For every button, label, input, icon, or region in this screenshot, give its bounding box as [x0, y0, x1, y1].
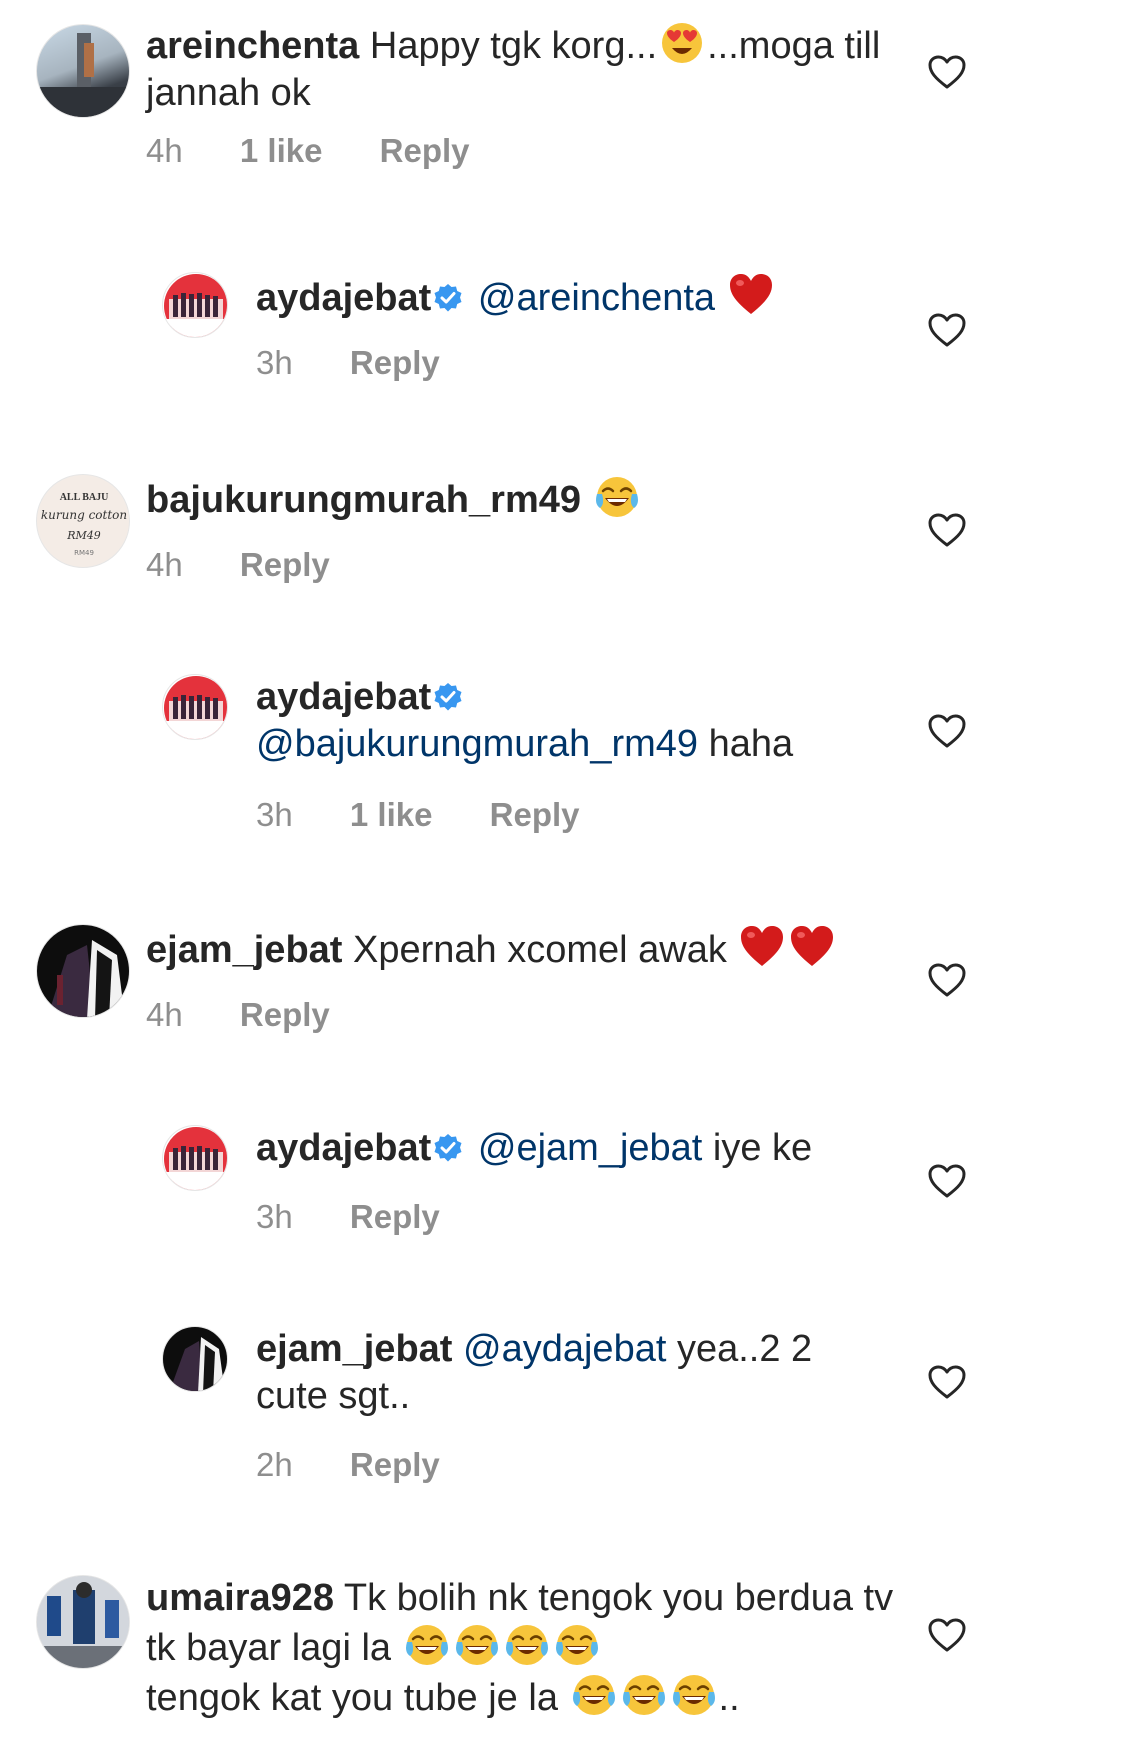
avatar[interactable] [36, 1575, 130, 1669]
timestamp: 3h [256, 1198, 293, 1235]
tears-of-joy-emoji-icon [621, 1672, 667, 1718]
likes-count[interactable]: 1 like [240, 132, 323, 169]
red-heart-emoji-icon [739, 924, 785, 970]
reply-button[interactable]: Reply [240, 996, 330, 1033]
red-heart-emoji-icon [728, 272, 774, 318]
comment-meta: 3h Reply [256, 1198, 488, 1236]
timestamp: 3h [256, 796, 293, 833]
like-heart-icon[interactable] [927, 713, 967, 749]
reply-button[interactable]: Reply [490, 796, 580, 833]
like-heart-icon[interactable] [927, 1617, 967, 1653]
comment-meta: 3h Reply [256, 344, 488, 382]
verified-badge-icon [433, 682, 463, 712]
like-heart-icon[interactable] [927, 512, 967, 548]
avatar-text-line1: ALL BAJU [60, 492, 109, 503]
tears-of-joy-emoji-icon [454, 1622, 500, 1668]
username[interactable]: ejam_jebat [256, 1328, 452, 1370]
comment-meta: 2h Reply [256, 1446, 488, 1484]
comment-body: aydajebat @areinchenta [256, 272, 1036, 322]
username[interactable]: aydajebat [256, 676, 431, 718]
comment-body: aydajebat @ejam_jebat iye ke [256, 1125, 1036, 1172]
comment-meta: 3h 1 like Reply [256, 796, 628, 834]
comment-text: Xpernah xcomel awak [353, 929, 727, 971]
heart-eyes-emoji-icon [659, 20, 705, 66]
tears-of-joy-emoji-icon [594, 474, 640, 520]
comment-meta: 4h 1 like Reply [146, 132, 518, 170]
reply-button[interactable]: Reply [350, 1446, 440, 1483]
reply-button[interactable]: Reply [240, 546, 330, 583]
avatar-logo: ALL BAJU kurung cotton RM49 RM49 [41, 492, 127, 557]
comment-text-after: haha [708, 723, 794, 765]
avatar[interactable] [36, 924, 130, 1018]
comment-text-end: .. [718, 1677, 740, 1719]
like-heart-icon[interactable] [927, 1163, 967, 1199]
like-heart-icon[interactable] [927, 1364, 967, 1400]
reply-button[interactable]: Reply [350, 344, 440, 381]
avatar[interactable] [36, 24, 130, 118]
like-heart-icon[interactable] [927, 312, 967, 348]
tears-of-joy-emoji-icon [554, 1622, 600, 1668]
comment-text-line3: tengok kat you tube je la [146, 1677, 558, 1719]
avatar-photo [163, 676, 227, 739]
verified-badge-icon [433, 1133, 463, 1163]
username[interactable]: aydajebat [256, 277, 431, 319]
comment-meta: 4h Reply [146, 546, 378, 584]
avatar-photo [37, 1576, 129, 1668]
comment-body: aydajebat @bajukurungmurah_rm49 haha [256, 674, 1036, 768]
likes-count[interactable]: 1 like [350, 796, 433, 833]
avatar-photo [163, 1127, 227, 1190]
comment-body: ejam_jebat Xpernah xcomel awak [146, 924, 926, 974]
username[interactable]: umaira928 [146, 1577, 334, 1619]
mention-link[interactable]: @areinchenta [478, 277, 715, 319]
like-heart-icon[interactable] [927, 962, 967, 998]
comment-body: ejam_jebat @aydajebat yea..2 2 cute sgt.… [256, 1326, 876, 1420]
avatar-text-line4: RM49 [74, 549, 94, 557]
avatar[interactable] [162, 272, 228, 338]
tears-of-joy-emoji-icon [671, 1672, 717, 1718]
avatar-photo [47, 940, 125, 1017]
tears-of-joy-emoji-icon [571, 1672, 617, 1718]
avatar-photo [169, 1337, 225, 1391]
tears-of-joy-emoji-icon [404, 1622, 450, 1668]
tears-of-joy-emoji-icon [504, 1622, 550, 1668]
comment-body: umaira928 Tk bolih nk tengok you berdua … [146, 1575, 906, 1722]
comment-text-after: iye ke [712, 1127, 813, 1169]
avatar-photo [163, 274, 227, 337]
comment-body: bajukurungmurah_rm49 [146, 474, 926, 524]
avatar[interactable] [162, 1125, 228, 1191]
mention-link[interactable]: @aydajebat [463, 1328, 666, 1370]
comment-body: areinchenta Happy tgk korg... ...moga til… [146, 20, 926, 117]
avatar-text-line3: RM49 [66, 529, 101, 542]
username[interactable]: ejam_jebat [146, 929, 342, 971]
avatar[interactable] [162, 1326, 228, 1392]
comment-meta: 4h Reply [146, 996, 378, 1034]
verified-badge-icon [433, 283, 463, 313]
avatar[interactable]: ALL BAJU kurung cotton RM49 RM49 [36, 474, 130, 568]
username[interactable]: aydajebat [256, 1127, 431, 1169]
reply-button[interactable]: Reply [380, 132, 470, 169]
avatar-text-line2: kurung cotton [41, 508, 127, 522]
timestamp: 3h [256, 344, 293, 381]
comment-text: Happy tgk korg... [369, 25, 658, 67]
timestamp: 4h [146, 546, 183, 583]
timestamp: 2h [256, 1446, 293, 1483]
mention-link[interactable]: @bajukurungmurah_rm49 [256, 723, 698, 765]
mention-link[interactable]: @ejam_jebat [478, 1127, 702, 1169]
reply-button[interactable]: Reply [350, 1198, 440, 1235]
red-heart-emoji-icon [789, 924, 835, 970]
avatar-photo [37, 33, 129, 117]
like-heart-icon[interactable] [927, 54, 967, 90]
timestamp: 4h [146, 996, 183, 1033]
username[interactable]: bajukurungmurah_rm49 [146, 479, 581, 521]
username[interactable]: areinchenta [146, 25, 359, 67]
avatar[interactable] [162, 674, 228, 740]
timestamp: 4h [146, 132, 183, 169]
